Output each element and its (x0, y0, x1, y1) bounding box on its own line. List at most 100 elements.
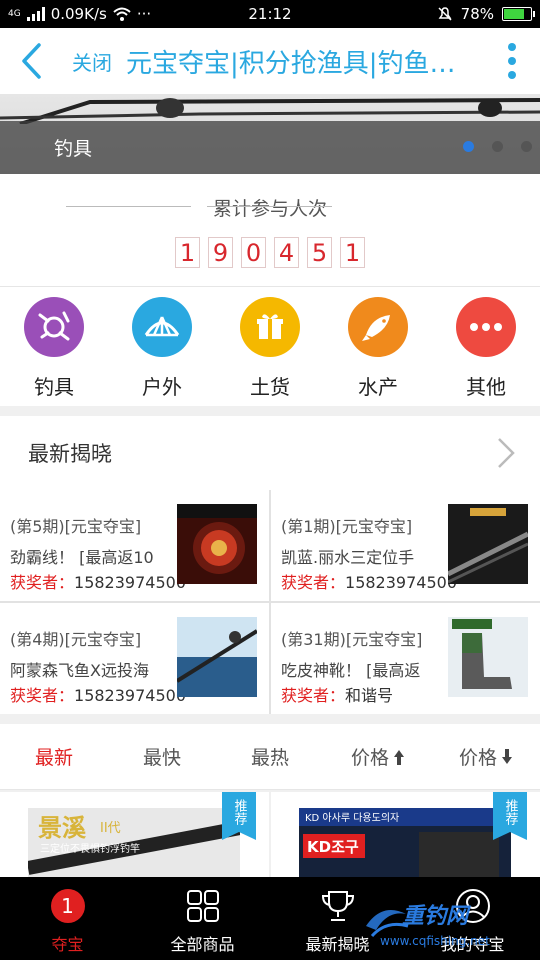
sort-label: 最新 (34, 747, 73, 769)
banner-caption: 钓具 (0, 121, 540, 174)
signal-icon (26, 7, 45, 21)
section-title: 最新揭晓 (28, 442, 112, 466)
reveal-winner: 获奖者：15823974500 (281, 569, 457, 593)
winner-name: 15823974500 (345, 573, 457, 592)
carousel-dot[interactable] (463, 141, 474, 152)
sort-tab-price-desc[interactable]: 价格 (432, 743, 540, 770)
status-right: 78% (332, 5, 535, 23)
category-label: 水产 (358, 375, 398, 399)
product-line-text: 三定位不畏惧钓浮钓竿 (40, 842, 140, 855)
chevron-right-icon (498, 438, 515, 468)
back-button[interactable] (0, 28, 62, 94)
sort-label: 最热 (250, 747, 289, 769)
product-thumbnail (448, 504, 528, 584)
category-label: 其他 (466, 375, 506, 399)
category-label: 户外 (142, 375, 182, 399)
tab-label: 夺宝 (51, 935, 84, 954)
latest-reveal-header[interactable]: 最新揭晓 (0, 416, 540, 490)
tab-home[interactable]: 1 夺宝 (0, 877, 135, 960)
more-dot-icon (508, 71, 516, 79)
sort-tab-newest[interactable]: 最新 (0, 743, 108, 770)
more-dot-icon (508, 43, 516, 51)
more-menu-button[interactable] (484, 28, 540, 94)
latest-reveal-grid: (第5期)[元宝夺宝] 劲霸线！ [最高返10 获奖者：15823974500 … (0, 490, 540, 714)
tab-all-products[interactable]: 全部商品 (135, 877, 270, 960)
status-bar: 4G 0.09K/s ··· 21:12 78% (0, 0, 540, 28)
category-label: 钓具 (34, 375, 74, 399)
category-other[interactable]: 其他 (432, 287, 540, 406)
fish-icon (348, 297, 408, 357)
status-more: ··· (136, 5, 152, 23)
reveal-period: (第1期)[元宝夺宝] (281, 517, 413, 536)
reveal-period: (第4期)[元宝夺宝] (10, 630, 142, 649)
category-fishing-gear[interactable]: 钓具 (0, 287, 108, 406)
battery-percent: 78% (460, 5, 494, 23)
counter-digit: 1 (340, 237, 365, 268)
sort-label: 价格 (350, 747, 389, 769)
product-card[interactable]: 景溪 II代 三定位不畏惧钓浮钓竿 推荐 (0, 792, 269, 877)
watermark-url: www.cqfishing.net (380, 934, 490, 948)
counter-digit: 1 (175, 237, 200, 268)
product-thumbnail (177, 617, 257, 697)
product-brand-text: KD조구 (307, 838, 359, 856)
sort-tab-fastest[interactable]: 最快 (108, 743, 216, 770)
reveal-card[interactable]: (第31期)[元宝夺宝] 吃皮神靴！ [最高返 获奖者：和谐号 (271, 603, 540, 714)
status-left: 4G 0.09K/s ··· (8, 5, 208, 23)
participants-counter: 1 9 0 4 5 1 (0, 237, 540, 268)
reveal-desc: 吃皮神靴！ [最高返 (281, 661, 421, 680)
banner-image (0, 98, 540, 124)
arrow-up-icon (394, 749, 404, 765)
sort-tab-hottest[interactable]: 最热 (216, 743, 324, 770)
sort-tabs: 最新 最快 最热 价格 价格 (0, 724, 540, 790)
carousel-dot[interactable] (521, 141, 532, 152)
nav-bar: 关闭 元宝夺宝|积分抢渔具|钓鱼人... (0, 28, 540, 94)
app-screen: 4G 0.09K/s ··· 21:12 78% 关闭 元宝夺宝|积分抢渔具|钓… (0, 0, 540, 960)
counter-digit: 5 (307, 237, 332, 268)
sort-label: 最快 (142, 747, 181, 769)
chevron-left-icon (22, 43, 41, 79)
reveal-desc: 凯蓝.丽水三定位手 (281, 548, 415, 567)
reveal-desc: 劲霸线！ [最高返10 (10, 548, 154, 567)
network-type: 4G (8, 8, 21, 19)
winner-name: 和谐号 (345, 686, 394, 705)
more-dot-icon (508, 57, 516, 65)
reveal-card[interactable]: (第5期)[元宝夺宝] 劲霸线！ [最高返10 获奖者：15823974500 (0, 490, 269, 601)
badge-text: 推荐 (502, 799, 518, 825)
category-aquatic[interactable]: 水产 (324, 287, 432, 406)
category-local-goods[interactable]: 土货 (216, 287, 324, 406)
category-outdoor[interactable]: 户外 (108, 287, 216, 406)
grid-icon (184, 887, 222, 925)
product-header-text: KD 아사루 다용도의자 (305, 812, 399, 824)
status-time: 21:12 (248, 5, 292, 23)
banner-carousel[interactable]: 钓具 (0, 94, 540, 174)
divider-line (207, 206, 332, 207)
counter-digit: 4 (274, 237, 299, 268)
gift-box-icon (240, 297, 300, 357)
product-card[interactable]: KD 아사루 다용도의자 KD조구 推荐 (271, 792, 540, 877)
winner-label: 获奖者： (281, 686, 346, 705)
winner-label: 获奖者： (281, 573, 346, 592)
product-thumbnail (448, 617, 528, 697)
product-image: 景溪 II代 三定位不畏惧钓浮钓竿 (28, 808, 240, 877)
product-grid: 景溪 II代 三定位不畏惧钓浮钓竿 推荐 KD 아사루 다용도의자 KD조구 推… (0, 792, 540, 877)
close-button[interactable]: 关闭 (62, 47, 126, 76)
category-row: 钓具 户外 土货 水产 其他 (0, 286, 540, 406)
product-subtitle-text: II代 (100, 821, 121, 836)
participants-title: 累计参与人次 (212, 198, 327, 220)
reveal-winner: 获奖者：15823974500 (10, 569, 186, 593)
battery-level (504, 9, 525, 19)
category-label: 土货 (250, 375, 290, 399)
tab-label: 全部商品 (170, 935, 235, 954)
reveal-card[interactable]: (第4期)[元宝夺宝] 阿蒙森飞鱼X远投海 获奖者：15823974500 (0, 603, 269, 714)
sort-tab-price-asc[interactable]: 价格 (324, 743, 432, 770)
winner-name: 15823974500 (74, 686, 186, 705)
tent-icon (132, 297, 192, 357)
reveal-winner: 获奖者：15823974500 (10, 682, 186, 706)
trophy-icon (319, 887, 357, 925)
product-image: KD 아사루 다용도의자 KD조구 (299, 808, 511, 877)
carousel-dot[interactable] (492, 141, 503, 152)
winner-name: 15823974500 (74, 573, 186, 592)
product-thumbnail (177, 504, 257, 584)
recommend-badge: 推荐 (493, 792, 527, 840)
reveal-card[interactable]: (第1期)[元宝夺宝] 凯蓝.丽水三定位手 获奖者：15823974500 (271, 490, 540, 601)
